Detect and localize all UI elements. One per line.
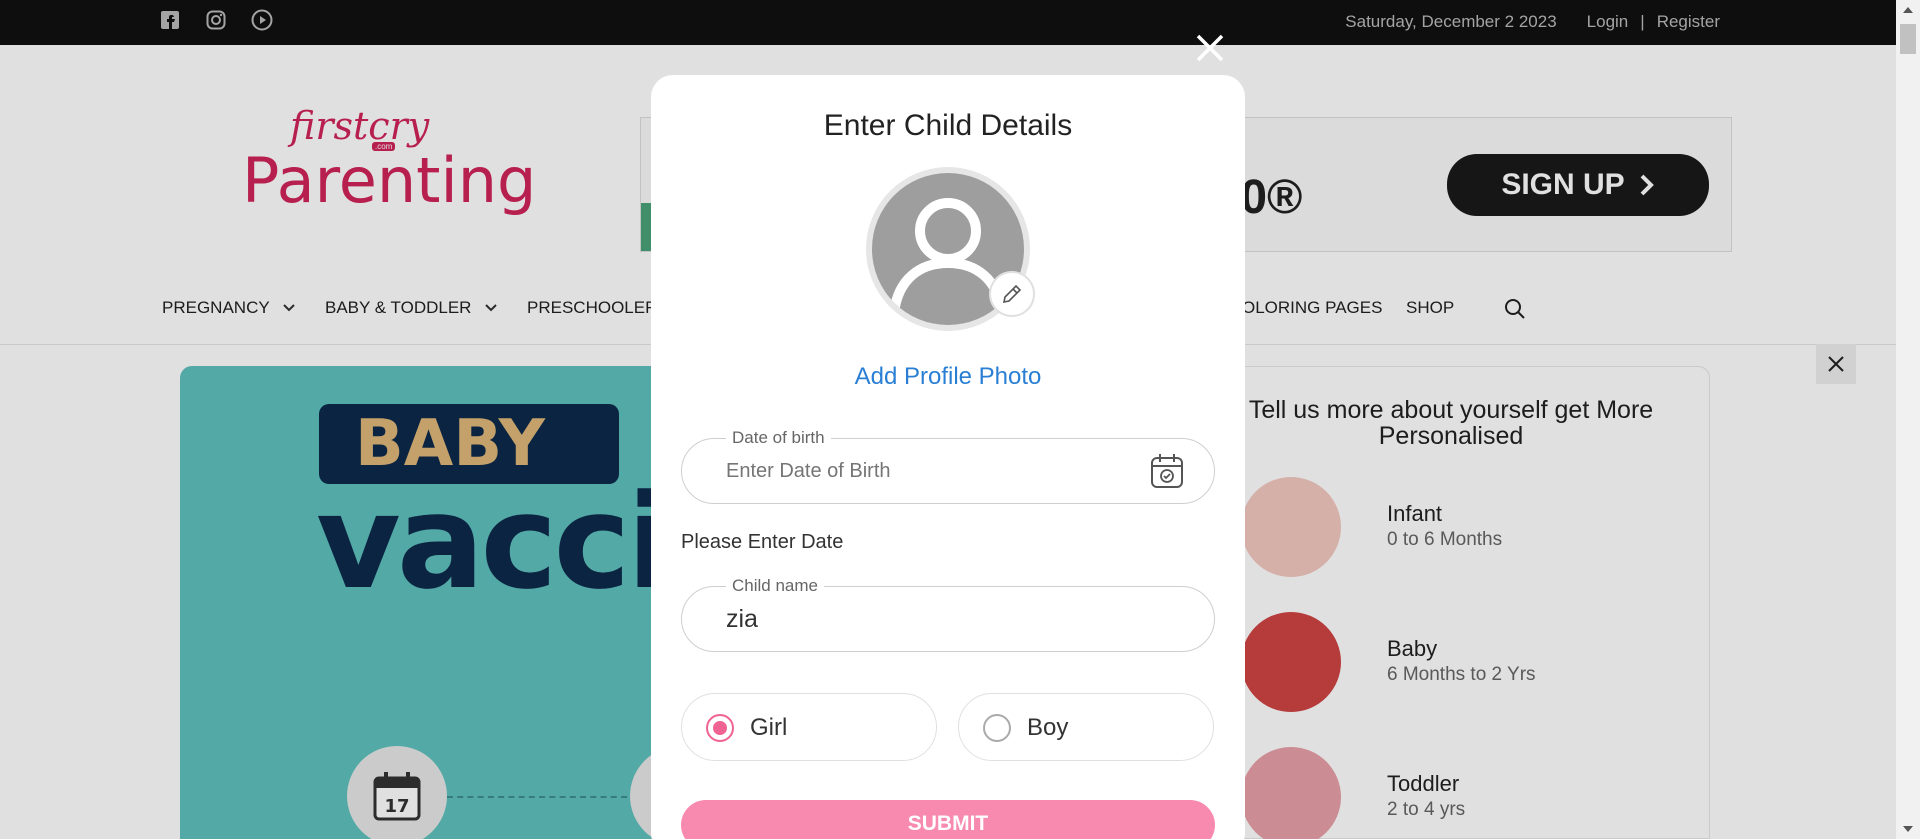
- calendar-icon[interactable]: [1150, 453, 1184, 489]
- scroll-up-arrow[interactable]: [1903, 7, 1913, 13]
- edit-photo-button[interactable]: [989, 271, 1035, 317]
- modal-title: Enter Child Details: [823, 109, 1073, 142]
- dob-error-message: Please Enter Date: [681, 531, 844, 553]
- gender-label: Girl: [750, 714, 788, 741]
- dob-input[interactable]: [726, 439, 1126, 503]
- scroll-down-arrow[interactable]: [1903, 826, 1913, 832]
- scroll-thumb[interactable]: [1900, 24, 1916, 54]
- page-scrollbar[interactable]: [1896, 0, 1920, 839]
- modal-close-button[interactable]: [1192, 30, 1228, 66]
- submit-button[interactable]: SUBMIT: [681, 800, 1215, 839]
- child-name-field[interactable]: Child name zia: [681, 576, 1215, 652]
- close-icon: [1196, 34, 1224, 62]
- child-details-modal: Enter Child Details Add Profile Photo Da…: [651, 75, 1245, 839]
- child-name-input[interactable]: zia: [726, 587, 1126, 651]
- pencil-icon: [1002, 284, 1022, 304]
- dob-field[interactable]: Date of birth: [681, 428, 1215, 504]
- radio-checked-icon: [706, 714, 734, 742]
- gender-option-boy[interactable]: Boy: [958, 693, 1214, 761]
- radio-unchecked-icon: [983, 714, 1011, 742]
- gender-option-girl[interactable]: Girl: [681, 693, 937, 761]
- add-profile-photo-link[interactable]: Add Profile Photo: [651, 363, 1245, 391]
- gender-label: Boy: [1027, 714, 1069, 741]
